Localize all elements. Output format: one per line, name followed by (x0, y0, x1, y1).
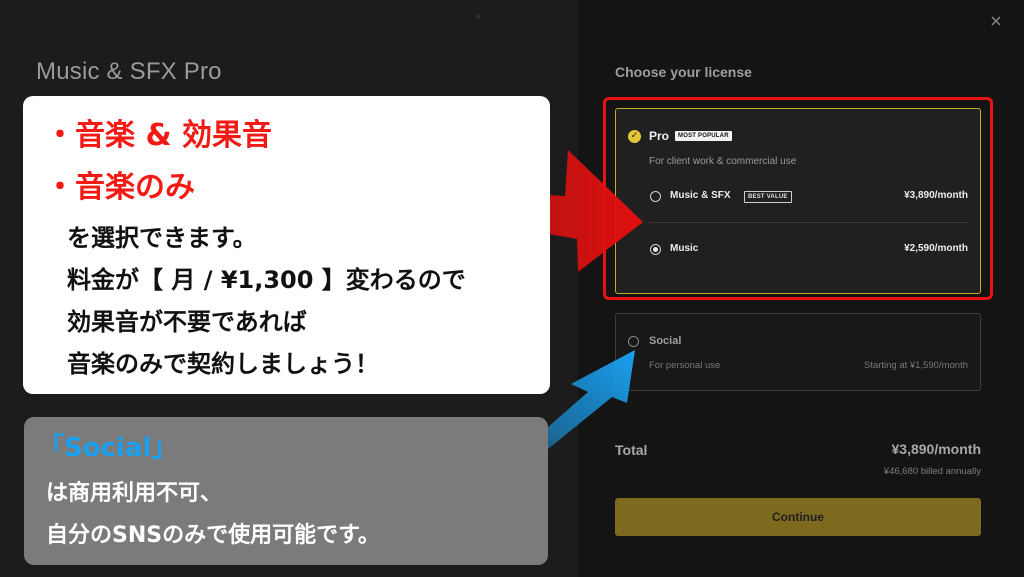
annotation-text-line-4: 音楽のみで契約しましょう！ (67, 350, 379, 378)
annotation-social-line-1: は商用利用不可、 (46, 481, 223, 506)
annotation-text-line-1: を選択できます。 (67, 224, 257, 252)
close-icon[interactable]: × (988, 13, 1004, 29)
annotation-red-line-2: ・音楽のみ (45, 170, 195, 205)
annotation-social-line-2: 自分のSNSのみで使用可能です。 (46, 523, 380, 548)
annotation-social-title: 「Social」 (38, 433, 178, 463)
page-title: Music & SFX Pro (36, 58, 222, 85)
decorative-dot (476, 14, 481, 19)
total-label: Total (615, 442, 648, 458)
annotation-red-line-1: ・音楽 & 効果音 (45, 118, 273, 153)
continue-button[interactable]: Continue (615, 498, 981, 536)
annotation-callout-main: ・音楽 & 効果音 ・音楽のみ を選択できます。 料金が【 月 / ¥1,300… (23, 96, 550, 394)
social-license-card[interactable] (615, 313, 981, 391)
billed-annually: ¥46,680 billed annually (883, 466, 981, 477)
annotation-text-line-3: 効果音が不要であれば (67, 308, 307, 336)
highlight-outline (603, 97, 993, 300)
screen: Music & SFX Pro × Choose your license ✓ … (0, 0, 1024, 577)
annotation-callout-social: 「Social」 は商用利用不可、 自分のSNSのみで使用可能です。 (24, 417, 548, 565)
social-price: Starting at ¥1,590/month (863, 360, 968, 371)
license-heading: Choose your license (615, 64, 752, 80)
social-radio[interactable] (628, 336, 639, 347)
total-price: ¥3,890/month (891, 441, 981, 457)
social-description: For personal use (649, 360, 721, 371)
annotation-text-line-2: 料金が【 月 / ¥1,300 】変わるので (67, 266, 466, 294)
social-label: Social (649, 335, 682, 347)
